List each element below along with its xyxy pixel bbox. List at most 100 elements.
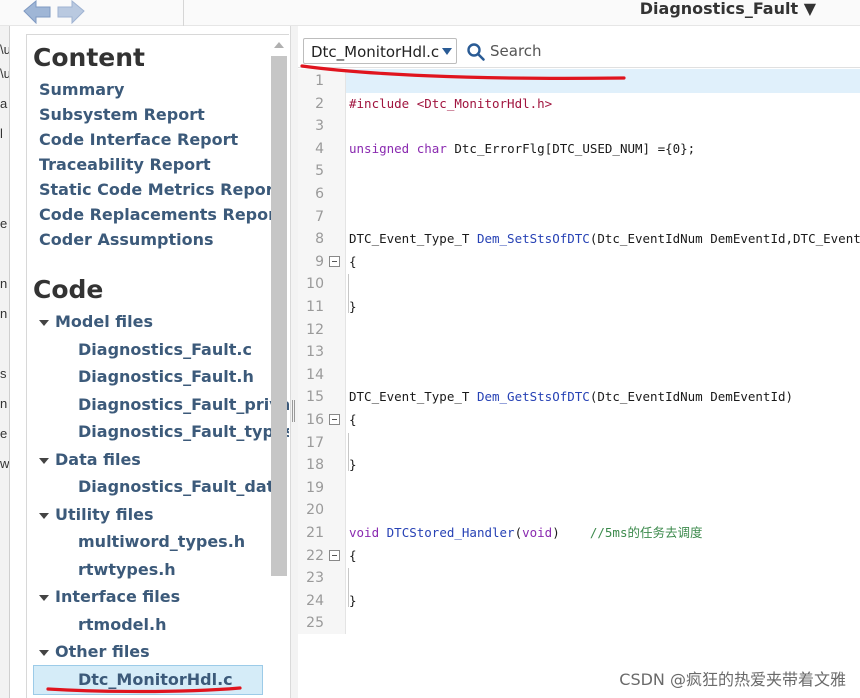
group-other-files[interactable]: Other files: [55, 642, 150, 661]
model-title-menu[interactable]: Diagnostics_Fault ▼: [640, 0, 816, 18]
group-utility-files[interactable]: Utility files: [55, 505, 153, 524]
panel-splitter[interactable]: [290, 26, 298, 698]
forward-arrow-icon[interactable]: [56, 0, 86, 25]
line-number: 23: [306, 570, 324, 587]
line-number: 21: [306, 525, 324, 541]
line-number: 1: [315, 73, 324, 89]
code-text: unsigned char Dtc_ErrorFlg[DTC_USED_NUM]…: [349, 140, 696, 156]
report-link-summary[interactable]: Summary: [39, 80, 124, 99]
fold-guide: [348, 432, 349, 472]
report-link-coder-assumptions[interactable]: Coder Assumptions: [39, 230, 213, 249]
code-line: 14: [298, 364, 860, 386]
line-number: 17: [306, 434, 324, 451]
top-bar: Diagnostics_Fault ▼: [0, 0, 860, 26]
fold-collapse-icon[interactable]: [329, 549, 340, 561]
file-link[interactable]: rtwtypes.h: [78, 560, 176, 579]
code-line: 2 #include <Dtc_MonitorHdl.h>: [298, 93, 860, 115]
code-line: 3: [298, 115, 860, 137]
background-window-edge: \u6807 \u4ef6 a l e n n s n e w: [0, 26, 10, 698]
file-link[interactable]: Diagnostics_Fault.c: [78, 340, 252, 359]
line-number: 4: [315, 140, 324, 157]
content-panel: Content Summary Subsystem Report Code In…: [26, 34, 289, 698]
code-line: 18}: [298, 454, 860, 476]
report-link-static-metrics[interactable]: Static Code Metrics Report: [39, 180, 281, 199]
code-text: DTC_Event_Type_T Dem_GetStsOfDTC(Dtc_Eve…: [349, 389, 794, 405]
line-number: 13: [306, 344, 324, 361]
line-number: 18: [306, 457, 324, 474]
line-number: 9: [315, 253, 324, 270]
content-heading: Content: [33, 43, 145, 72]
code-viewer[interactable]: 1 2 #include <Dtc_MonitorHdl.h> 3 4 unsigned …: [298, 69, 860, 698]
back-arrow-icon[interactable]: [22, 0, 52, 25]
code-line: 9{: [298, 251, 860, 273]
code-text: {: [349, 253, 357, 269]
report-link-traceability[interactable]: Traceability Report: [39, 155, 211, 174]
file-selector-dropdown[interactable]: Dtc_MonitorHdl.c: [303, 38, 457, 64]
code-line: 17: [298, 432, 860, 454]
code-line: 22 {: [298, 545, 860, 567]
fold-collapse-icon[interactable]: [329, 414, 340, 425]
code-line: 23: [298, 567, 860, 589]
line-number: 8: [315, 231, 324, 248]
code-line: 5: [298, 160, 860, 182]
line-number: 7: [315, 208, 324, 225]
line-number: 15: [306, 389, 324, 406]
file-link[interactable]: Diagnostics_Fault_data: [78, 477, 285, 496]
fold-guide: [348, 274, 349, 313]
dropdown-arrow-icon: [442, 48, 452, 55]
line-number: 22: [306, 547, 324, 564]
code-line: 11}: [298, 296, 860, 318]
fold-guide: [348, 568, 349, 607]
search-box[interactable]: [464, 38, 854, 64]
scroll-up-icon[interactable]: [270, 36, 288, 54]
code-heading: Code: [33, 275, 104, 304]
code-line: 8 DTC_Event_Type_T Dem_SetStsOfDTC(Dtc_Ev…: [298, 228, 860, 250]
report-link-code-replacements[interactable]: Code Replacements Report: [39, 205, 284, 224]
toolbar-divider: [183, 0, 184, 26]
code-line: 20: [298, 499, 860, 521]
caret-down-icon[interactable]: [39, 650, 49, 656]
group-interface-files[interactable]: Interface files: [55, 587, 180, 606]
code-text: {: [349, 547, 357, 563]
caret-down-icon[interactable]: [39, 595, 49, 601]
code-text: DTC_Event_Type_T Dem_SetStsOfDTC(Dtc_Eve…: [349, 231, 860, 247]
report-link-code-interface[interactable]: Code Interface Report: [39, 130, 238, 149]
report-link-subsystem[interactable]: Subsystem Report: [39, 105, 205, 124]
group-model-files[interactable]: Model files: [55, 312, 153, 331]
code-line: 21 void DTCStored_Handler(void) //5ms的任务去…: [298, 522, 860, 544]
splitter-grip-icon[interactable]: [292, 400, 295, 422]
file-link[interactable]: Diagnostics_Fault_priva: [78, 395, 289, 414]
group-data-files[interactable]: Data files: [55, 450, 141, 469]
line-number: 19: [306, 479, 324, 496]
code-line: 7: [298, 206, 860, 228]
code-line: 10: [298, 273, 860, 295]
code-text: }: [349, 457, 357, 473]
code-text: void DTCStored_Handler(void) //5ms的任务去调度: [349, 525, 703, 540]
line-number: 2: [315, 95, 324, 112]
code-text: }: [349, 299, 357, 314]
line-number: 16: [306, 412, 324, 428]
caret-down-icon[interactable]: [39, 458, 49, 464]
file-link-selected[interactable]: Dtc_MonitorHdl.c: [78, 670, 233, 689]
code-line: 6: [298, 183, 860, 205]
file-link[interactable]: rtmodel.h: [78, 615, 166, 634]
fold-collapse-icon[interactable]: [329, 255, 340, 267]
line-number: 25: [306, 615, 324, 632]
line-number: 24: [306, 592, 324, 609]
caret-down-icon[interactable]: [39, 513, 49, 519]
watermark: CSDN @疯狂的热爱夹带着文雅: [619, 670, 846, 689]
file-link[interactable]: Diagnostics_Fault.h: [78, 367, 254, 386]
search-input[interactable]: [490, 40, 840, 62]
file-link[interactable]: multiword_types.h: [78, 532, 245, 551]
content-panel-scrollbar[interactable]: [271, 56, 287, 576]
code-line: 4 unsigned char Dtc_ErrorFlg[DTC_USED_NUM…: [298, 138, 860, 160]
code-text: #include <Dtc_MonitorHdl.h>: [349, 95, 553, 111]
file-link[interactable]: Diagnostics_Fault_types: [78, 422, 289, 441]
code-line: 19: [298, 477, 860, 499]
file-selector-value: Dtc_MonitorHdl.c: [311, 43, 440, 61]
line-number: 12: [306, 321, 324, 338]
search-icon: [467, 43, 485, 61]
caret-down-icon[interactable]: [39, 320, 49, 326]
line-number: 20: [306, 502, 324, 519]
code-line: 24}: [298, 590, 860, 612]
